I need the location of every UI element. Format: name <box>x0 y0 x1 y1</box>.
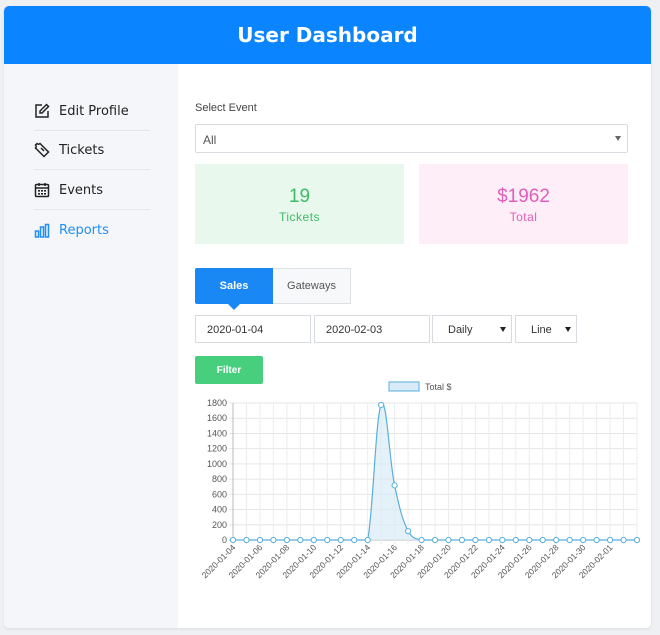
chevron-down-icon <box>615 136 621 141</box>
legend-swatch <box>388 381 420 392</box>
chart-type-select-value: Line <box>531 324 552 336</box>
total-card: $1962 Total <box>419 164 628 244</box>
page-title: User Dashboard <box>237 23 418 47</box>
tab-sales[interactable]: Sales <box>195 268 273 310</box>
data-point <box>445 536 452 544</box>
page-header: User Dashboard <box>4 6 651 64</box>
y-tick-label: 200 <box>212 520 227 530</box>
sidebar-item-label: Events <box>59 182 104 198</box>
triangle-down-icon <box>500 327 506 332</box>
y-tick-label: 400 <box>212 505 227 515</box>
tickets-count: 19 <box>288 186 311 207</box>
sidebar-item-reports[interactable]: Reports <box>34 211 150 250</box>
data-point <box>243 536 250 544</box>
sidebar-item-edit-profile[interactable]: Edit Profile <box>34 92 150 131</box>
y-tick-label: 600 <box>212 489 227 499</box>
data-point <box>458 536 466 544</box>
data-point <box>580 536 587 544</box>
data-point <box>620 536 627 544</box>
data-point <box>485 536 492 544</box>
data-point <box>283 536 290 544</box>
sidebar-item-label: Reports <box>59 223 109 238</box>
interval-select-value: Daily <box>448 324 473 336</box>
data-point <box>499 536 506 544</box>
ticket-icon <box>34 142 50 158</box>
chart-type-select[interactable]: Line <box>515 315 577 343</box>
end-date-input[interactable]: 2020-02-03 <box>314 315 430 343</box>
data-point <box>310 536 317 544</box>
calendar-icon <box>34 183 50 198</box>
sidebar-item-events[interactable]: Events <box>34 171 150 210</box>
data-point <box>593 536 600 544</box>
y-tick-label: 1000 <box>207 459 227 469</box>
data-point <box>270 536 277 544</box>
data-point <box>526 536 533 544</box>
total-caption: Total <box>509 210 538 224</box>
data-point <box>539 536 546 544</box>
edit-icon <box>35 103 50 118</box>
dashboard-window: User Dashboard Edit Profile Tickets Even… <box>4 6 651 628</box>
data-point <box>378 401 385 409</box>
y-tick-label: 1800 <box>207 398 227 408</box>
data-point <box>431 536 439 544</box>
y-tick-label: 800 <box>212 474 227 484</box>
data-point <box>404 528 412 535</box>
tickets-card: 19 Tickets <box>195 164 404 244</box>
data-point <box>512 536 519 544</box>
y-tick-label: 1400 <box>207 428 227 438</box>
triangle-down-icon <box>565 327 571 332</box>
data-point <box>324 536 331 544</box>
sidebar-item-label: Tickets <box>59 142 105 158</box>
y-tick-label: 1200 <box>207 444 227 454</box>
data-point <box>418 536 425 544</box>
sales-line-chart: 0200400600800100012001400160018002020-01… <box>200 381 641 580</box>
data-point <box>351 536 358 544</box>
total-amount: $1962 <box>497 186 550 207</box>
data-point <box>297 536 304 544</box>
data-point <box>256 536 264 544</box>
content-area: Edit Profile Tickets Events Reports Sele… <box>4 64 651 628</box>
data-point <box>553 536 560 544</box>
data-point <box>391 482 398 489</box>
data-point <box>229 536 237 544</box>
start-date-input[interactable]: 2020-01-04 <box>195 315 311 343</box>
select-event-label: Select Event <box>195 102 257 114</box>
sidebar-item-label: Edit Profile <box>59 103 129 119</box>
y-tick-label: 1600 <box>207 413 227 423</box>
data-point <box>633 536 641 544</box>
data-point <box>566 536 573 544</box>
data-point <box>472 536 479 544</box>
event-select-value: All <box>203 133 217 147</box>
data-point <box>337 536 344 544</box>
tab-gateways[interactable]: Gateways <box>273 268 351 304</box>
sidebar-item-tickets[interactable]: Tickets <box>34 131 150 170</box>
data-point <box>364 536 371 544</box>
event-select[interactable]: All <box>195 124 628 153</box>
data-point <box>606 536 614 544</box>
interval-select[interactable]: Daily <box>432 315 512 343</box>
tickets-caption: Tickets <box>278 210 321 224</box>
y-tick-label: 0 <box>222 535 227 545</box>
sidebar: Edit Profile Tickets Events Reports <box>4 64 178 628</box>
bar-chart-icon <box>34 223 50 238</box>
reports-panel: Select Event All 19 Tickets $1962 Total … <box>178 64 651 628</box>
legend-label: Total $ <box>425 382 452 392</box>
